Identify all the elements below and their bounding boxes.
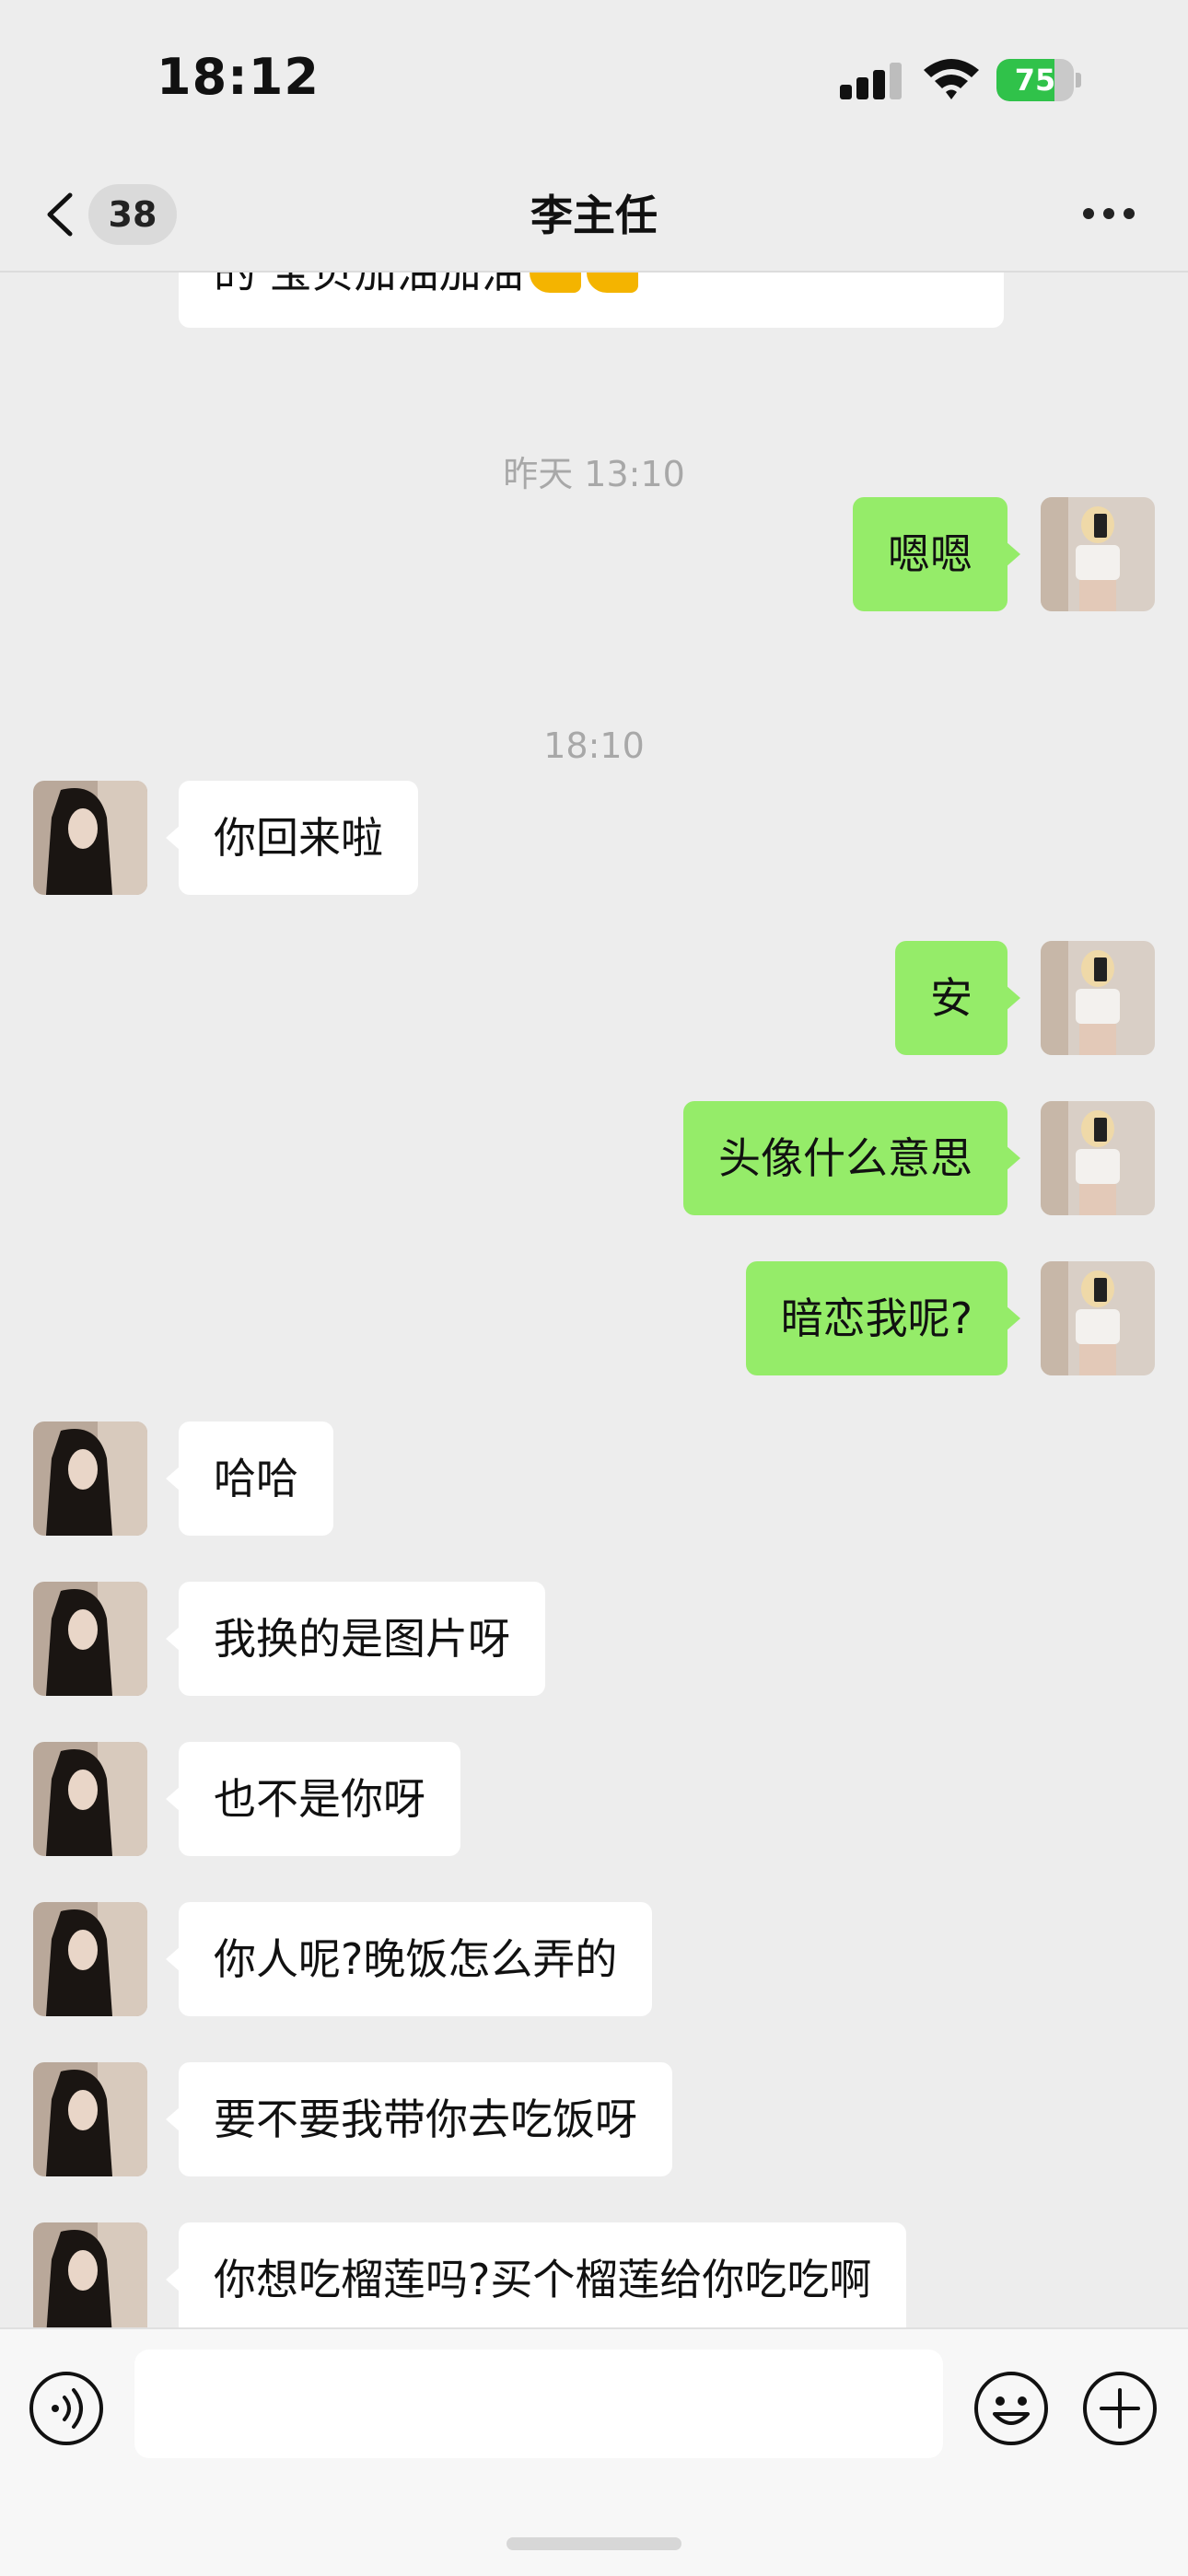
message-bubble-incoming[interactable]: 哈哈 <box>166 1421 333 1536</box>
battery-charging-icon: 75 <box>996 59 1081 101</box>
message-bubble-incoming[interactable]: 你想吃榴莲吗?买个榴莲给你吃吃啊 <box>165 2222 907 2327</box>
message-bubble-incoming[interactable]: 我换的是图片呀 <box>166 1582 545 1696</box>
chat-title: 李主任 <box>530 191 658 240</box>
ellipsis-icon <box>1083 208 1094 219</box>
my-avatar[interactable] <box>1041 1261 1155 1375</box>
contact-avatar[interactable] <box>33 2222 147 2327</box>
outgoing-message: 暗恋我呢? <box>0 1261 1188 1375</box>
incoming-message: 你回来啦 <box>0 781 1188 895</box>
message-text: 我换的是图片呀 <box>214 1614 510 1664</box>
message-list[interactable]: 的 宝贝加油加油昨天 13:10 嗯嗯 18:10 你回来啦安头像什么意思暗恋我呢? 哈… <box>0 273 1188 2327</box>
outgoing-message: 安 <box>0 941 1188 1055</box>
message-bubble-incoming[interactable]: 你人呢?晚饭怎么弄的 <box>165 1902 653 2016</box>
smiley-icon[interactable] <box>973 2370 1050 2447</box>
signal-icon <box>840 63 904 99</box>
message-text: 暗恋我呢? <box>780 1294 973 1343</box>
message-input[interactable] <box>134 2350 943 2458</box>
my-avatar[interactable] <box>1041 941 1155 1055</box>
message-text: 要不要我带你去吃饭呀 <box>214 2094 637 2144</box>
message-text: 也不是你呀 <box>214 1774 425 1824</box>
incoming-message: 也不是你呀 <box>0 1742 1188 1856</box>
timestamp: 昨天 13:10 <box>503 454 685 494</box>
message-text: 你人呢?晚饭怎么弄的 <box>214 1934 618 1984</box>
my-avatar[interactable] <box>1041 497 1155 611</box>
incoming-message: 你想吃榴莲吗?买个榴莲给你吃吃啊 <box>0 2222 1188 2327</box>
contact-avatar[interactable] <box>33 1902 147 2016</box>
contact-avatar[interactable] <box>33 781 147 895</box>
contact-avatar[interactable] <box>33 1582 147 1696</box>
message-bubble-incoming[interactable]: 要不要我带你去吃饭呀 <box>166 2062 672 2176</box>
battery-percent: 75 <box>1014 63 1056 98</box>
my-avatar[interactable] <box>1041 1101 1155 1215</box>
message-text: 的 宝贝加油加油 <box>214 273 524 297</box>
more-options-button[interactable] <box>1079 201 1138 226</box>
incoming-message: 你人呢?晚饭怎么弄的 <box>0 1902 1188 2016</box>
message-bubble-incoming[interactable]: 你回来啦 <box>166 781 418 895</box>
wifi-icon <box>924 59 979 99</box>
incoming-message: 我换的是图片呀 <box>0 1582 1188 1696</box>
message-bubble-outgoing[interactable]: 头像什么意思 <box>683 1101 1020 1215</box>
contact-avatar[interactable] <box>33 1421 147 1536</box>
timestamp: 18:10 <box>543 725 645 766</box>
incoming-message: 要不要我带你去吃饭呀 <box>0 2062 1188 2176</box>
contact-avatar[interactable] <box>33 2062 147 2176</box>
message-text: 哈哈 <box>214 1454 298 1503</box>
home-indicator <box>507 2537 681 2550</box>
plus-icon[interactable] <box>1081 2370 1159 2447</box>
flexed-biceps-emoji <box>586 273 638 293</box>
message-bubble-outgoing[interactable]: 安 <box>895 941 1020 1055</box>
message-bubble-incoming[interactable]: 也不是你呀 <box>166 1742 460 1856</box>
message-bubble-outgoing[interactable]: 嗯嗯 <box>853 497 1020 611</box>
message-text: 安 <box>930 973 973 1023</box>
chat-header: 38 李主任 <box>0 157 1188 273</box>
message-text: 头像什么意思 <box>718 1133 973 1183</box>
message-text: 你回来啦 <box>214 813 383 863</box>
message-text: 嗯嗯 <box>888 529 973 579</box>
voice-icon[interactable] <box>28 2370 105 2447</box>
outgoing-message: 头像什么意思 <box>0 1101 1188 1215</box>
message-bubble-incoming[interactable]: 的 宝贝加油加油 <box>179 273 1004 328</box>
incoming-message: 哈哈 <box>0 1421 1188 1536</box>
input-bar <box>0 2327 1188 2576</box>
status-bar: 18:12 75 <box>0 0 1188 157</box>
message-text: 你想吃榴莲吗?买个榴莲给你吃吃啊 <box>214 2255 872 2304</box>
flexed-biceps-emoji <box>529 273 581 293</box>
message-bubble-outgoing[interactable]: 暗恋我呢? <box>745 1261 1021 1375</box>
contact-avatar[interactable] <box>33 1742 147 1856</box>
status-time: 18:12 <box>157 48 320 106</box>
outgoing-message: 嗯嗯 <box>0 497 1188 611</box>
